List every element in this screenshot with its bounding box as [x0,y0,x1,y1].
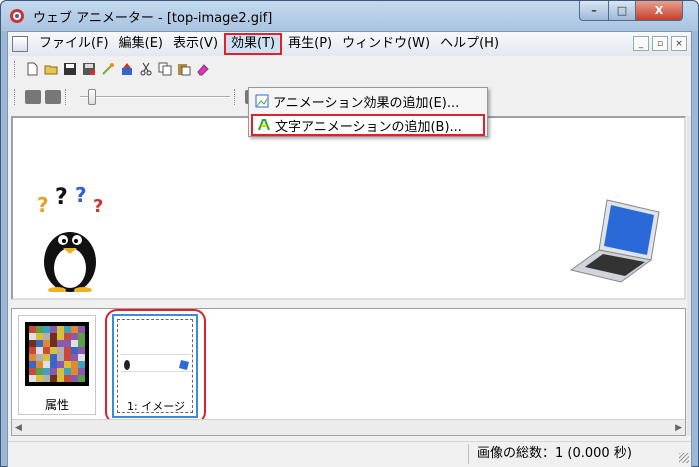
toolbar-separator [65,89,68,105]
mdi-controls: _ ▫ × [633,36,687,51]
right-edge-scrollbar[interactable] [687,116,691,436]
effects-dropdown-menu: アニメーション効果の追加(E)... 文字アニメーションの追加(B)... [248,87,488,137]
open-icon[interactable] [43,61,59,77]
frame-1-border: 1: イメージ [117,319,193,413]
scroll-right-icon[interactable]: ▶ [675,423,682,433]
document-icon[interactable] [12,36,28,52]
menu-item-label: アニメーション効果の追加(E)... [273,95,460,111]
app-icon [10,9,24,23]
attributes-label: 属性 [44,398,69,412]
frame-slider[interactable] [80,89,230,105]
laptop-image [569,199,660,283]
menu-effects[interactable]: 効果(T) [224,33,283,55]
toolbar-grip[interactable] [14,61,17,77]
app-window: ウェブ アニメーター - [top-image2.gif] – □ X ファイル… [0,0,699,467]
frame-1[interactable]: 1: イメージ [112,314,198,418]
menu-item-label: 文字アニメーションの追加(B)... [275,119,462,135]
menu-view[interactable]: 表示(V) [168,33,223,55]
toolbar-grip[interactable] [14,89,17,105]
menu-bar: ファイル(F) 編集(E) 表示(V) 効果(T) 再生(P) ウィンドウ(W)… [8,32,691,56]
cut-icon[interactable] [138,61,154,77]
status-total-images: 画像の総数：1 (0.000 秒) [468,444,673,464]
first-frame-icon[interactable] [25,90,41,104]
svg-text:?: ? [93,196,103,217]
status-bar: 画像の総数：1 (0.000 秒) [8,441,691,465]
attributes-panel[interactable]: 属性 [18,315,96,415]
new-icon[interactable] [24,61,40,77]
save-as-icon[interactable] [81,61,97,77]
horizontal-scrollbar[interactable]: ◀ ▶ [12,419,685,435]
mdi-restore-button[interactable]: ▫ [652,36,668,51]
minimize-button[interactable]: – [579,1,609,21]
frame-1-thumbnail [121,354,191,372]
svg-text:?: ? [75,183,87,207]
wizard-icon[interactable] [100,61,116,77]
image-canvas[interactable]: ? ? ? ? [11,116,686,300]
slider-thumb[interactable] [88,89,96,105]
penguin-image: ? ? ? ? [37,183,103,292]
animation-effect-icon [251,93,273,109]
mdi-minimize-button[interactable]: _ [633,36,649,51]
paste-icon[interactable] [176,61,192,77]
frames-panel: 属性 1: イメージ ◀ ▶ [11,308,686,436]
frame-1-label: 1: イメージ [127,400,185,413]
menu-play[interactable]: 再生(P) [283,33,337,55]
eraser-icon[interactable] [195,61,211,77]
scroll-left-icon[interactable]: ◀ [15,423,22,433]
svg-text:?: ? [55,185,68,210]
resize-grip-icon[interactable] [679,453,689,463]
mdi-close-button[interactable]: × [671,36,687,51]
paint-icon[interactable] [119,61,135,77]
menu-item-add-text-animation[interactable]: 文字アニメーションの追加(B)... [251,114,485,136]
save-icon[interactable] [62,61,78,77]
window-title: ウェブ アニメーター - [top-image2.gif] [33,11,273,26]
title-bar[interactable]: ウェブ アニメーター - [top-image2.gif] – □ X [1,1,698,31]
menu-help[interactable]: ヘルプ(H) [435,33,504,55]
copy-icon[interactable] [157,61,173,77]
main-toolbar [8,57,691,81]
menu-file[interactable]: ファイル(F) [34,33,114,55]
close-button[interactable]: X [635,1,683,21]
text-animation-icon [253,117,275,133]
stop-icon[interactable] [45,90,61,104]
attributes-thumbnail [25,322,89,386]
maximize-button[interactable]: □ [608,1,636,21]
menu-item-add-animation-effect[interactable]: アニメーション効果の追加(E)... [251,90,485,112]
menu-window[interactable]: ウィンドウ(W) [337,33,435,55]
toolbar-separator [234,89,237,105]
svg-text:?: ? [37,193,49,217]
slider-track [80,96,230,98]
menu-edit[interactable]: 編集(E) [114,33,168,55]
client-area: ファイル(F) 編集(E) 表示(V) 効果(T) 再生(P) ウィンドウ(W)… [7,31,692,467]
